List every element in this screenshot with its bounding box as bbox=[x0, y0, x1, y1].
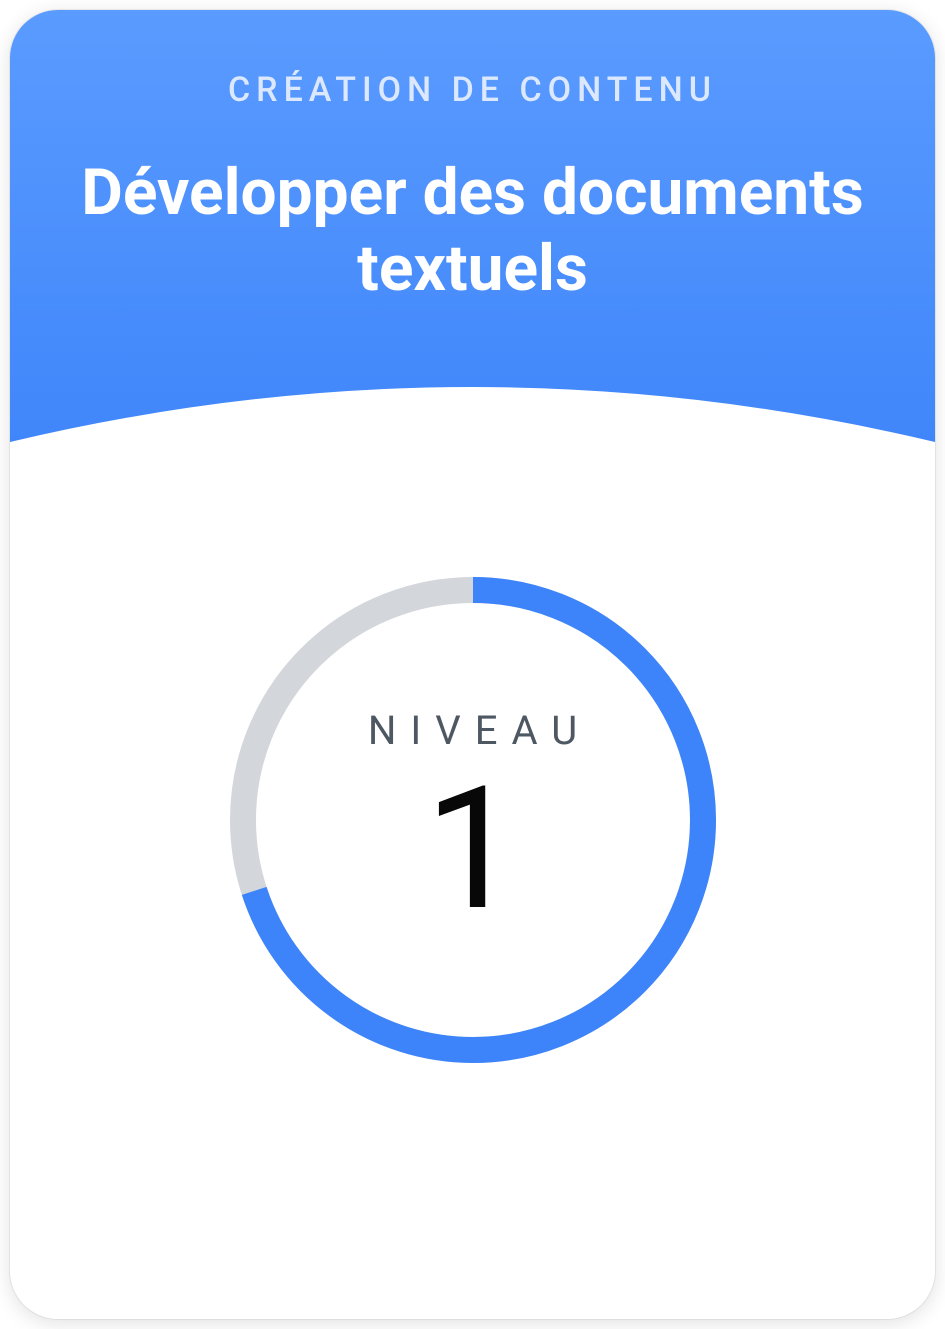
card-header: CRÉATION DE CONTENU Développer des docum… bbox=[10, 10, 935, 490]
gauge-caption: NIVEAU bbox=[368, 707, 591, 754]
card-body: NIVEAU 1 bbox=[10, 490, 935, 1319]
header-curve-decoration bbox=[10, 372, 935, 492]
category-label: CRÉATION DE CONTENU bbox=[10, 70, 935, 110]
gauge-value: 1 bbox=[425, 764, 521, 934]
skill-card[interactable]: CRÉATION DE CONTENU Développer des docum… bbox=[10, 10, 935, 1319]
card-title: Développer des documents textuels bbox=[10, 155, 935, 306]
level-gauge: NIVEAU 1 bbox=[223, 570, 723, 1070]
